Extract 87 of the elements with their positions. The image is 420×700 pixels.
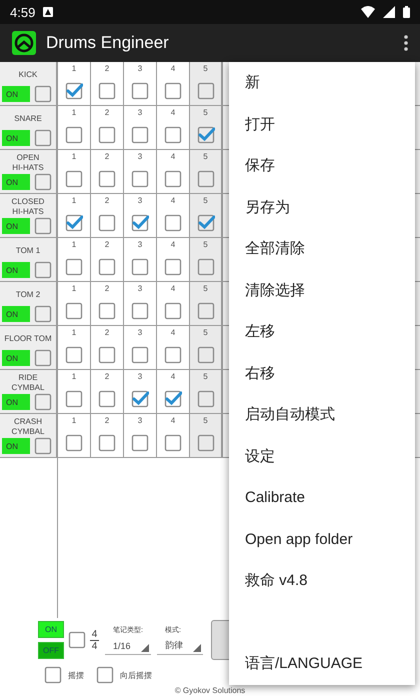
step-number: 4 [170, 284, 176, 295]
track-name: SNARE [14, 112, 42, 124]
step-number: 2 [104, 284, 110, 295]
track-name: TOM 2 [16, 288, 40, 300]
step-number: 1 [72, 416, 76, 427]
step-number: 1 [72, 196, 76, 207]
track-name: CRASH CYMBAL [12, 416, 44, 437]
track-toggle[interactable]: ON [2, 86, 30, 102]
step-number: 2 [104, 240, 110, 251]
step-number: 1 [72, 328, 76, 339]
menu-item[interactable]: 打开 [229, 104, 415, 145]
track-name: FLOOR TOM [4, 332, 52, 344]
step-number: 3 [138, 372, 142, 383]
step-number: 2 [104, 416, 110, 427]
app-title: Drums Engineer [46, 33, 169, 53]
step-number: 4 [170, 108, 176, 119]
track-toggle[interactable]: ON [2, 394, 30, 410]
step-number: 4 [170, 64, 176, 75]
step-number: 2 [104, 152, 110, 163]
step-number: 4 [170, 240, 176, 251]
step-number: 3 [138, 108, 142, 119]
step-number: 2 [104, 108, 110, 119]
track-toggle[interactable]: ON [2, 350, 30, 366]
step-number: 5 [203, 416, 208, 427]
menu-item[interactable]: 另存为 [229, 186, 415, 228]
step-number: 4 [170, 372, 176, 383]
menu-item[interactable]: 左移 [229, 311, 415, 352]
step-number: 3 [138, 196, 142, 207]
menu-item[interactable]: 语言/LANGUAGE [229, 643, 415, 684]
step-number: 5 [203, 372, 208, 383]
menu-item[interactable]: 设定 [229, 436, 415, 477]
step-number: 5 [203, 284, 208, 295]
track-toggle[interactable]: ON [2, 306, 30, 322]
menu-item[interactable]: 右移 [229, 352, 415, 394]
step-number: 5 [203, 328, 208, 339]
step-number: 1 [72, 372, 76, 383]
step-number: 1 [72, 152, 76, 163]
time-signature-bottom: 4 [92, 640, 98, 652]
track-toggle[interactable]: ON [2, 438, 30, 454]
step-number: 5 [203, 152, 208, 163]
note-type-dropdown[interactable]: 1/16 [105, 637, 151, 655]
step-number: 4 [170, 152, 176, 163]
step-number: 3 [138, 416, 142, 427]
track-name: KICK [18, 68, 38, 80]
step-number: 2 [104, 196, 110, 207]
swing-label: 摇摆 [68, 670, 84, 680]
step-number: 5 [203, 108, 208, 119]
step-number: 1 [72, 108, 76, 119]
track-toggle[interactable]: ON [2, 130, 30, 146]
step-number: 4 [170, 196, 176, 207]
step-number: 3 [138, 152, 142, 163]
time-signature-top: 4 [92, 628, 98, 640]
menu-item[interactable]: 救命 v4.8 [229, 560, 415, 602]
mode-dropdown[interactable]: 韵律 [157, 637, 203, 655]
step-number: 2 [104, 372, 110, 383]
menu-item[interactable]: 保存 [229, 145, 415, 186]
step-number: 1 [72, 64, 76, 75]
track-name: TOM 1 [16, 244, 40, 256]
step-number: 1 [72, 240, 76, 251]
menu-item[interactable]: Open app folder [229, 518, 415, 560]
step-number: 3 [138, 284, 142, 295]
step-number: 5 [203, 196, 208, 207]
step-number: 4 [170, 328, 176, 339]
track-name: OPEN HI-HATS [12, 152, 44, 173]
step-number: 3 [138, 240, 142, 251]
menu-item[interactable]: 全部清除 [229, 228, 415, 270]
step-number: 5 [203, 240, 208, 251]
track-toggle[interactable]: ON [2, 262, 30, 278]
track-toggle[interactable]: ON [2, 174, 30, 190]
step-number: 1 [72, 284, 76, 295]
step-number: 3 [138, 64, 142, 75]
step-number: 4 [170, 416, 176, 427]
step-number: 2 [104, 328, 110, 339]
clock: 4:59 [10, 4, 36, 20]
menu-item[interactable]: 新 [229, 62, 415, 104]
menu-item[interactable]: 清除选择 [229, 270, 415, 311]
menu-item[interactable]: Calibrate [229, 477, 415, 518]
power-button[interactable]: ON [38, 621, 64, 638]
track-toggle[interactable]: ON [2, 218, 30, 234]
swing-label: 向后摇摆 [120, 670, 152, 680]
track-name: RIDE CYMBAL [12, 372, 44, 393]
copyright-text: © Gyokov Solutions [174, 686, 246, 695]
menu-item[interactable]: 启动自动模式 [229, 394, 415, 436]
step-number: 2 [104, 64, 110, 75]
track-name: CLOSED HI-HATS [12, 196, 44, 217]
step-number: 5 [203, 64, 208, 75]
step-number: 3 [138, 328, 142, 339]
